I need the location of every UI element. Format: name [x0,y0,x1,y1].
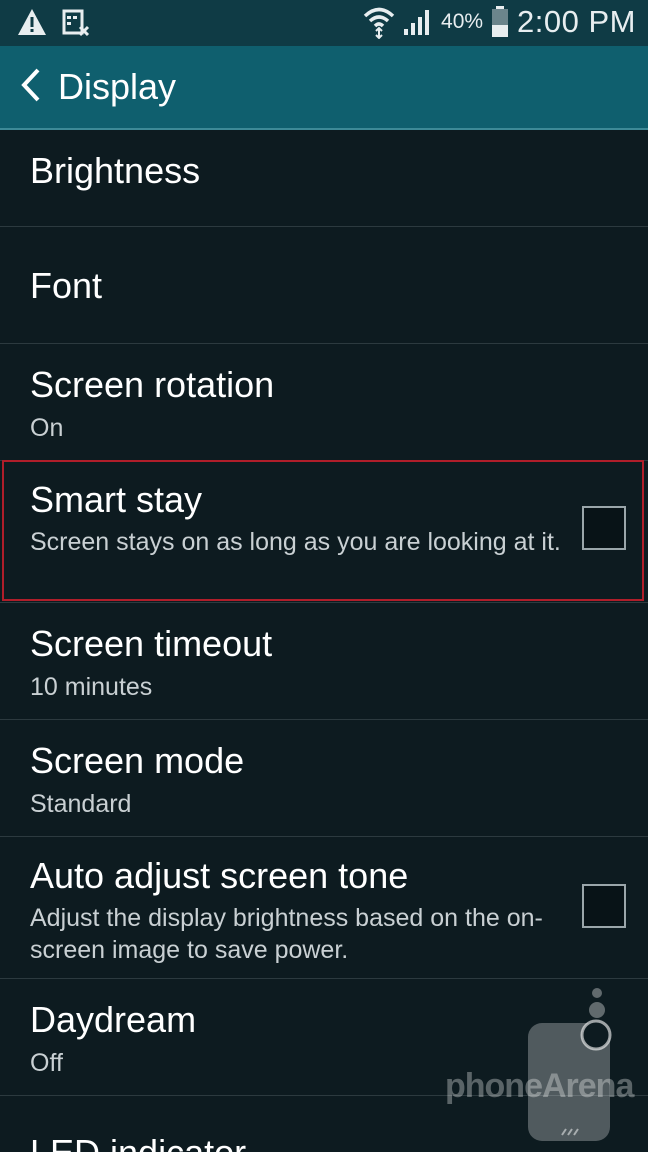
setting-label: Daydream [30,999,197,1040]
setting-description: Adjust the display brightness based on t… [30,904,543,964]
setting-label: Screen mode [30,740,245,781]
setting-screen-mode[interactable]: Screen mode Standard [0,720,648,837]
battery-icon [491,6,509,38]
setting-label: Font [30,265,103,306]
setting-screen-rotation[interactable]: Screen rotation On [0,344,648,461]
auto-adjust-screen-tone-checkbox[interactable] [582,884,626,928]
setting-font[interactable]: Font [0,227,648,344]
setting-daydream[interactable]: Daydream Off [0,979,648,1096]
back-button[interactable] [10,64,50,110]
wifi-icon [363,5,395,39]
page-title: Display [58,66,177,107]
status-time: 2:00 PM [517,4,636,39]
setting-value: Standard [30,790,132,818]
setting-description: Screen stays on as long as you are looki… [30,528,561,556]
setting-value: On [30,414,64,442]
setting-brightness[interactable]: Brightness [0,130,648,227]
calendar-notification-icon [62,7,90,37]
smart-stay-checkbox[interactable] [582,506,626,550]
setting-label: LED indicator [30,1132,246,1152]
setting-label: Screen rotation [30,364,275,405]
setting-value: 10 minutes [30,673,153,701]
notification-icons [16,7,90,37]
setting-auto-adjust-screen-tone[interactable]: Auto adjust screen tone Adjust the displ… [0,837,648,979]
display-settings-screen: 40% 2:00 PM Display Brightness Font Scre… [0,0,648,1152]
setting-label: Screen timeout [30,623,273,664]
setting-smart-stay[interactable]: Smart stay Screen stays on as long as yo… [0,461,648,603]
settings-list: Brightness Font Screen rotation On Smart… [0,130,648,1152]
system-icons: 40% 2:00 PM [363,4,636,40]
warning-icon [16,7,48,37]
battery-percent: 40% [441,10,484,33]
status-bar: 40% 2:00 PM [0,0,648,46]
setting-label: Auto adjust screen tone [30,855,409,896]
setting-screen-timeout[interactable]: Screen timeout 10 minutes [0,603,648,720]
setting-led-indicator[interactable]: LED indicator [0,1096,648,1152]
setting-value: Off [30,1049,63,1077]
setting-label: Brightness [30,150,201,191]
back-arrow-icon [18,66,42,109]
signal-icon [403,7,433,37]
action-bar: Display [0,46,648,130]
setting-label: Smart stay [30,479,203,520]
